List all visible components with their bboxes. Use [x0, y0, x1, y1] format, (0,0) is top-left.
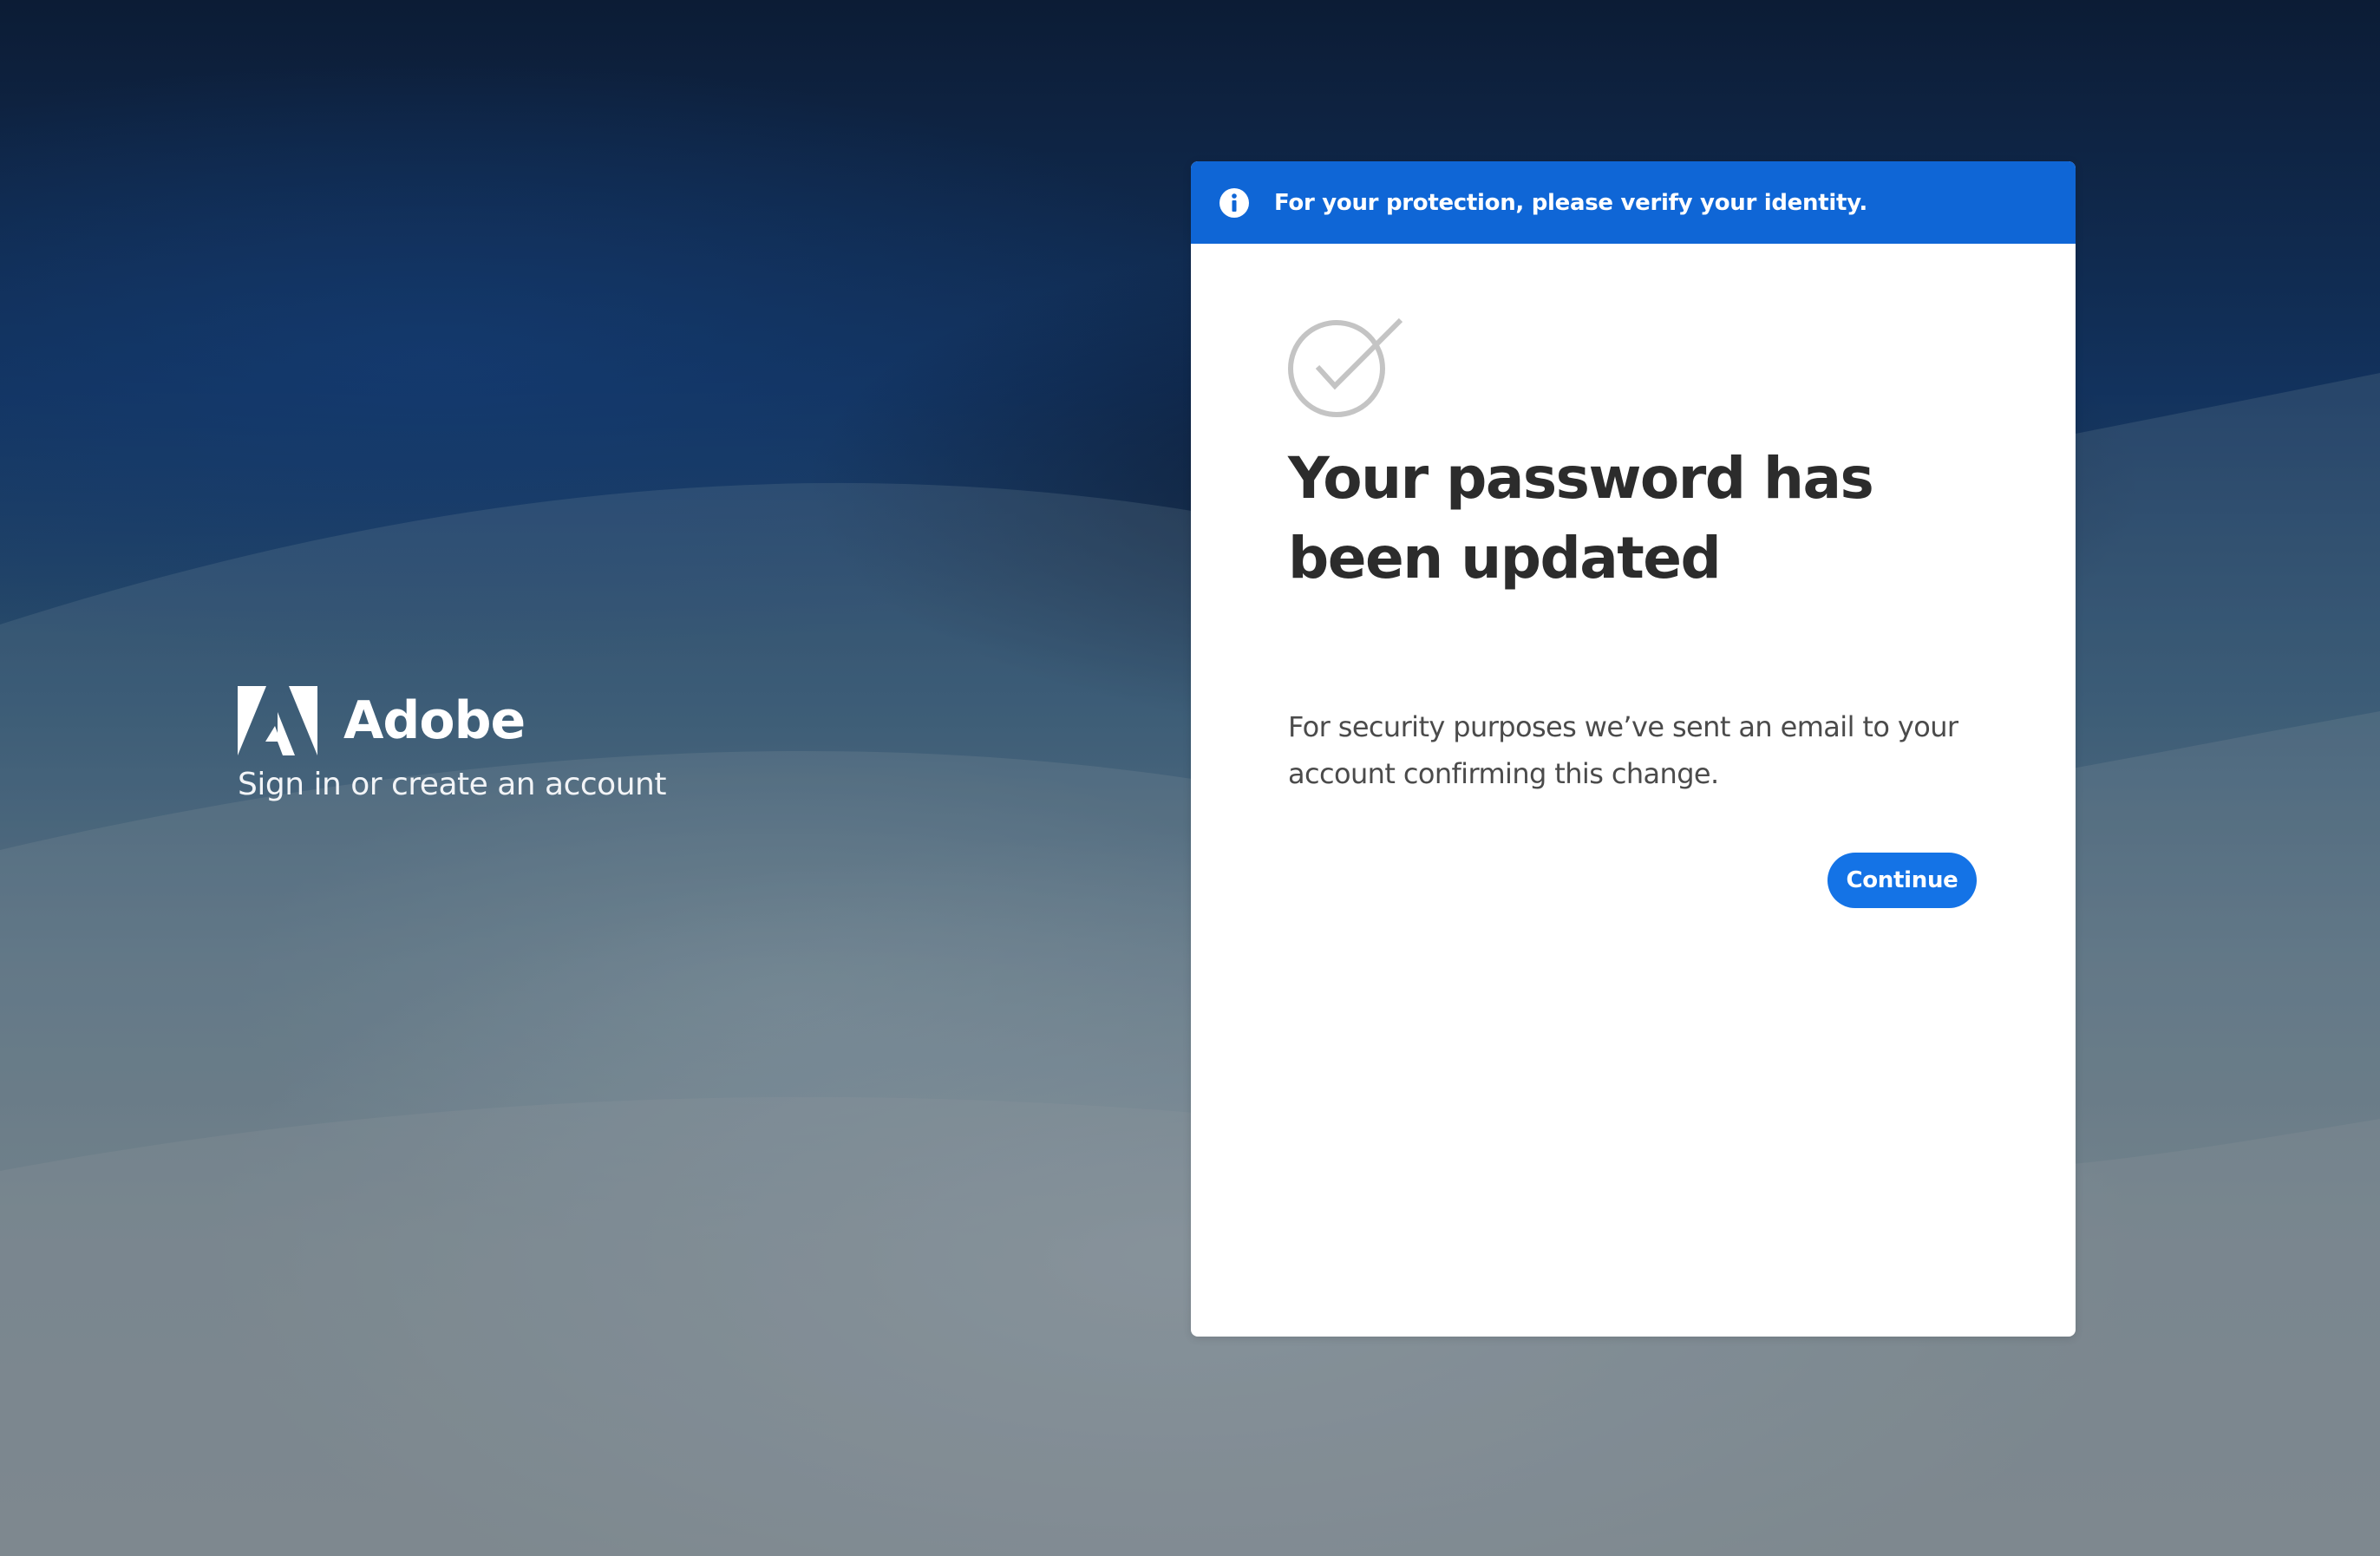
brand-name: Adobe [343, 690, 526, 751]
brand-row: Adobe [238, 685, 666, 756]
info-icon [1219, 187, 1249, 218]
description-text: For security purposes we’ve sent an emai… [1288, 710, 1958, 790]
continue-button[interactable]: Continue [1828, 853, 1977, 908]
banner-text: For your protection, please verify your … [1274, 189, 1867, 216]
page-title: Your password has been updated [1288, 445, 1874, 592]
brand-block: Adobe Sign in or create an account [238, 685, 666, 802]
check-circle-icon [1288, 317, 1403, 417]
brand-tagline: Sign in or create an account [238, 767, 666, 802]
password-updated-card: For your protection, please verify your … [1191, 161, 2076, 1337]
adobe-logo-icon [238, 686, 317, 755]
identity-banner: For your protection, please verify your … [1191, 161, 2076, 244]
